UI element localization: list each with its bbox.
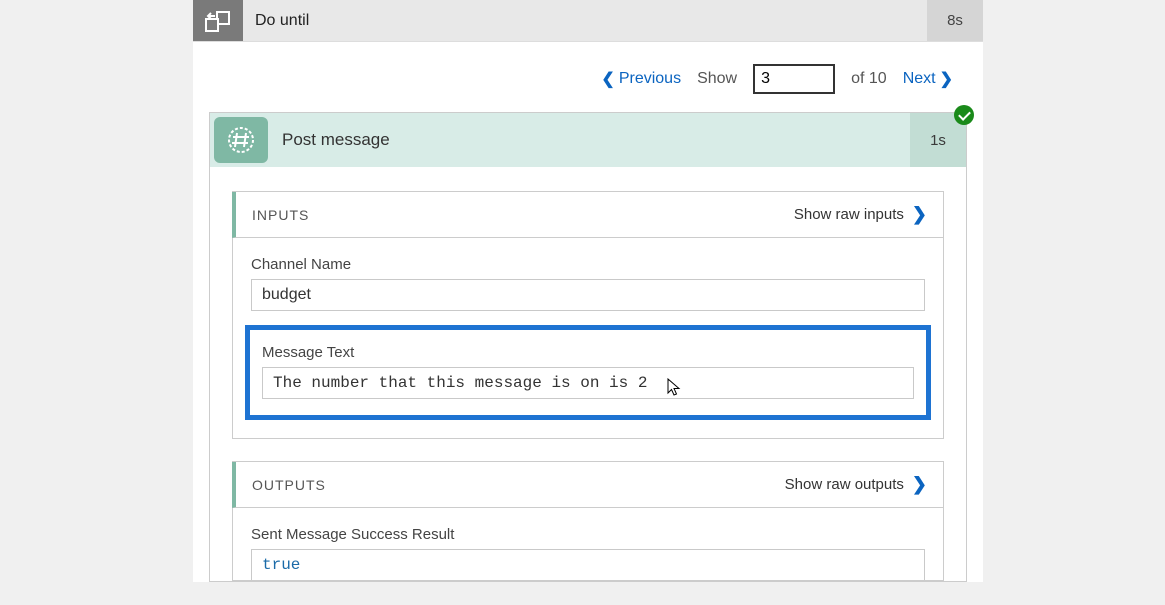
chevron-right-icon: ❯ [912,474,927,495]
message-text-highlight: Message Text The number that this messag… [245,325,931,420]
message-text-value[interactable]: The number that this message is on is 2 [262,367,914,399]
page-number-input[interactable] [753,64,835,94]
run-details-panel: Do until 8s ❮ Previous Show of 10 Next ❯ [193,0,983,582]
outputs-section: OUTPUTS Show raw outputs ❯ Sent Message … [232,461,944,581]
chevron-right-icon: ❯ [912,204,927,225]
show-raw-outputs-label: Show raw outputs [785,476,904,493]
channel-name-label: Channel Name [251,256,925,273]
of-total-label: of 10 [851,70,887,88]
sent-success-value[interactable]: true [251,549,925,580]
show-label: Show [697,70,737,88]
previous-label: Previous [619,70,681,88]
post-message-title: Post message [268,113,910,167]
sent-success-field: Sent Message Success Result true [251,526,925,580]
show-raw-inputs-label: Show raw inputs [794,206,904,223]
show-raw-outputs-button[interactable]: Show raw outputs ❯ [785,474,927,495]
sent-success-label: Sent Message Success Result [251,526,925,543]
hash-icon [214,117,268,163]
next-button[interactable]: Next ❯ [903,69,953,89]
chevron-right-icon: ❯ [940,69,953,89]
chevron-left-icon: ❮ [601,69,614,89]
do-until-header[interactable]: Do until 8s [193,0,983,42]
message-text-label: Message Text [262,344,914,361]
outputs-heading: OUTPUTS [252,477,326,493]
previous-button[interactable]: ❮ Previous [601,69,681,89]
inputs-heading: INPUTS [252,207,309,223]
do-until-title: Do until [243,0,927,41]
outputs-header: OUTPUTS Show raw outputs ❯ [232,462,943,508]
post-message-header[interactable]: Post message 1s [210,113,966,167]
next-label: Next [903,70,936,88]
do-until-duration: 8s [927,0,983,41]
channel-name-value[interactable]: budget [251,279,925,311]
post-message-card: Post message 1s INPUTS Show raw inputs ❯ [209,112,967,582]
success-check-icon [954,105,974,125]
channel-name-field: Channel Name budget [251,256,925,311]
inputs-section: INPUTS Show raw inputs ❯ Channel Name bu… [232,191,944,439]
do-until-icon [193,0,243,41]
inputs-header: INPUTS Show raw inputs ❯ [232,192,943,238]
iteration-pager: ❮ Previous Show of 10 Next ❯ [193,42,983,112]
show-raw-inputs-button[interactable]: Show raw inputs ❯ [794,204,927,225]
